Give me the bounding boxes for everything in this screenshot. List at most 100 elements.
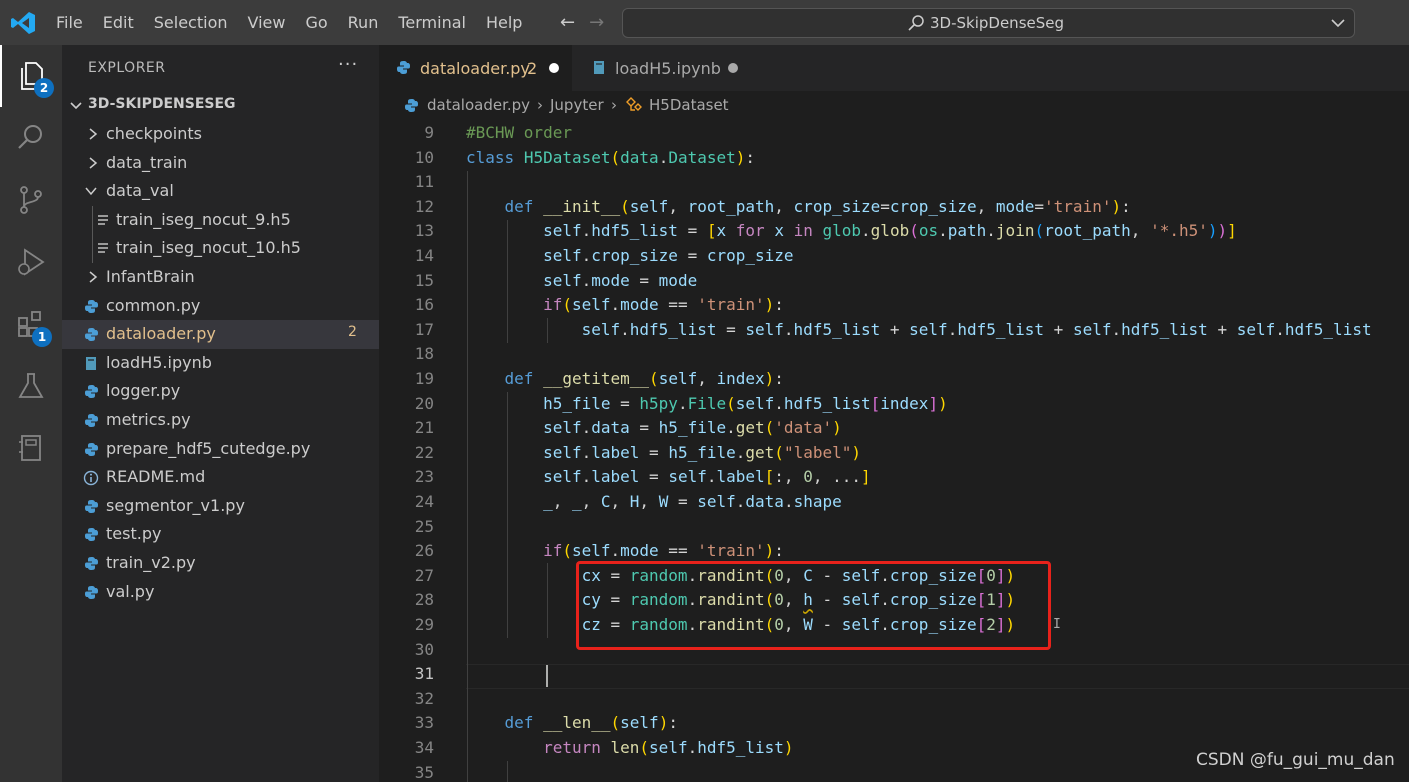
menu-help[interactable]: Help (476, 0, 532, 45)
tree-item-logger-py[interactable]: logger.py (62, 377, 379, 406)
tree-item-metrics-py[interactable]: metrics.py (62, 406, 379, 435)
tree-item-dataloader-py[interactable]: dataloader.py 2 (62, 320, 379, 349)
tab-label: dataloader.py (420, 59, 530, 78)
unsaved-dot-icon[interactable] (549, 63, 559, 73)
python-file-icon (85, 328, 98, 342)
tree-item-label: InfantBrain (106, 266, 195, 286)
tree-item-label: train_v2.py (106, 552, 196, 572)
python-file-icon (85, 442, 98, 456)
testing-button[interactable] (0, 355, 62, 417)
unsaved-dot-icon[interactable] (728, 63, 738, 73)
line-number: 30 (414, 639, 434, 659)
python-file-icon (397, 61, 410, 74)
tree-item-label: README.md (106, 467, 206, 487)
python-file-icon (85, 528, 98, 542)
line-number: 33 (414, 713, 434, 733)
flask-icon (18, 373, 44, 398)
menu-run[interactable]: Run (338, 0, 389, 45)
tree-item-data-val[interactable]: data_val (62, 177, 379, 206)
chevron-down-icon (70, 102, 82, 110)
tree-item-readme-md[interactable]: README.md (62, 463, 379, 492)
chevron-right-icon: › (611, 96, 617, 114)
watermark: CSDN @fu_gui_mu_dan (1196, 750, 1395, 770)
line-number: 17 (414, 319, 434, 339)
line-number: 10 (414, 147, 434, 167)
code-line: def __len__(self): (504, 713, 678, 733)
line-number: 24 (414, 492, 434, 511)
menu-view[interactable]: View (238, 0, 296, 45)
file-tree: checkpoints data_train data_val train_is… (62, 120, 379, 606)
tab-dataloader-py[interactable]: dataloader.py 2 (379, 45, 572, 91)
notebook-button[interactable] (0, 417, 62, 479)
python-file-icon (85, 499, 98, 513)
search-icon (908, 15, 924, 31)
text-cursor (546, 665, 548, 687)
tree-item-common-py[interactable]: common.py (62, 292, 379, 321)
tree-item-test-py[interactable]: test.py (62, 520, 379, 549)
forward-arrow-icon[interactable]: → (589, 12, 604, 33)
title-bar: File Edit Selection View Go Run Terminal… (0, 0, 1409, 45)
tree-item-segmentor-v1-py[interactable]: segmentor_v1.py (62, 492, 379, 521)
tab-problem-count: 2 (527, 59, 538, 78)
navigation-arrows: ← → (560, 12, 604, 33)
menu-go[interactable]: Go (295, 0, 337, 45)
workspace-root[interactable]: 3D-SKIPDENSESEG (62, 94, 379, 116)
menu-edit[interactable]: Edit (93, 0, 144, 45)
more-actions-icon[interactable]: ··· (338, 54, 358, 75)
run-debug-button[interactable] (0, 231, 62, 293)
breadcrumb-item-file[interactable]: dataloader.py (427, 96, 530, 114)
explorer-button[interactable]: 2 (0, 45, 62, 107)
line-number: 21 (414, 418, 434, 438)
line-number: 13 (414, 221, 434, 241)
code-line: self.mode = mode (543, 270, 698, 290)
chevron-right-icon (89, 271, 98, 283)
line-number-current: 31 (414, 664, 434, 684)
tree-item-train-iseg-nocut-9[interactable]: train_iseg_nocut_9.h5 (62, 206, 379, 235)
tree-item-label: logger.py (106, 381, 181, 401)
line-number: 12 (414, 196, 434, 216)
line-number: 22 (414, 442, 434, 462)
tree-item-checkpoints[interactable]: checkpoints (62, 120, 379, 149)
extensions-button[interactable]: 1 (0, 293, 62, 355)
line-number: 20 (414, 393, 434, 413)
breadcrumb-item-class[interactable]: H5Dataset (649, 96, 729, 114)
current-line-highlight (466, 664, 1409, 689)
tree-item-data-train[interactable]: data_train (62, 149, 379, 178)
line-number: 11 (414, 172, 434, 192)
menu-file[interactable]: File (46, 0, 93, 45)
breadcrumb-item-jupyter[interactable]: Jupyter (550, 96, 604, 114)
line-number: 19 (414, 369, 434, 388)
command-center-text: 3D-SkipDenseSeg (930, 14, 1065, 32)
menu-bar: File Edit Selection View Go Run Terminal… (46, 0, 532, 45)
sidebar-title: EXPLORER (88, 60, 166, 76)
line-number: 32 (414, 688, 434, 708)
line-number: 28 (414, 590, 434, 610)
command-center[interactable]: 3D-SkipDenseSeg (622, 8, 1355, 38)
tab-label: loadH5.ipynb (615, 59, 721, 78)
code-editor[interactable]: 9 10 11 12 13 14 15 16 17 18 19 20 21 22… (379, 119, 1409, 782)
tree-item-label: metrics.py (106, 409, 191, 429)
python-file-icon (405, 99, 418, 112)
menu-terminal[interactable]: Terminal (388, 0, 476, 45)
indent-guide (507, 761, 508, 782)
code-line: #BCHW order (466, 123, 572, 142)
line-number: 27 (414, 565, 434, 585)
workspace-root-label: 3D-SKIPDENSESEG (88, 96, 236, 112)
vscode-logo-icon[interactable] (10, 10, 36, 36)
tree-item-loadh5-ipynb[interactable]: loadH5.ipynb (62, 349, 379, 378)
chevron-down-icon[interactable] (1328, 13, 1348, 33)
back-arrow-icon[interactable]: ← (560, 12, 575, 33)
tree-item-infantbrain[interactable]: InfantBrain (62, 263, 379, 292)
menu-selection[interactable]: Selection (144, 0, 238, 45)
search-button[interactable] (0, 107, 62, 169)
tree-item-val-py[interactable]: val.py (62, 578, 379, 607)
source-control-button[interactable] (0, 169, 62, 231)
tree-item-train-iseg-nocut-10[interactable]: train_iseg_nocut_10.h5 (62, 234, 379, 263)
tab-loadh5-ipynb[interactable]: loadH5.ipynb (573, 45, 753, 91)
tree-item-train-v2-py[interactable]: train_v2.py (62, 549, 379, 578)
info-icon (83, 470, 99, 486)
tree-item-prepare-hdf5-cutedge-py[interactable]: prepare_hdf5_cutedge.py (62, 435, 379, 464)
code-line: class H5Dataset(data.Dataset): (466, 147, 756, 167)
notebook-file-icon (86, 356, 96, 370)
explorer-sidebar: EXPLORER ··· 3D-SKIPDENSESEG checkpoints… (62, 45, 379, 782)
